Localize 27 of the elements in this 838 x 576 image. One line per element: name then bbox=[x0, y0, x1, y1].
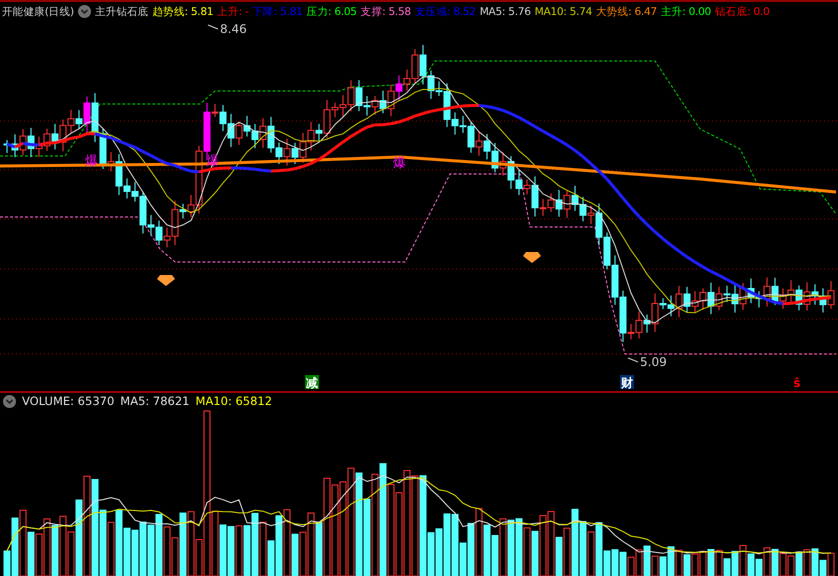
indicator-value: 大势线: 6.47 bbox=[596, 4, 657, 19]
stock-title: 开能健康(日线) bbox=[2, 4, 74, 19]
dropdown-icon[interactable] bbox=[78, 5, 91, 18]
chart-marker: 爆 bbox=[393, 156, 406, 172]
volume-ma5: MA5: 78621 bbox=[120, 394, 190, 408]
indicator-value: 钻石底: 0.0 bbox=[715, 4, 770, 19]
indicator-value: 主升: 0.00 bbox=[660, 4, 711, 19]
diamond-icon bbox=[157, 275, 175, 286]
indicator-value: 支撑: 5.58 bbox=[360, 4, 411, 19]
chart-marker: 爆 bbox=[206, 154, 219, 170]
indicator-value: 下降: 5.81 bbox=[252, 4, 303, 19]
signal-marker: 减 bbox=[305, 375, 319, 390]
signal-marker: ŝ bbox=[793, 376, 801, 390]
indicator-name: 主升钻石底 bbox=[94, 4, 148, 19]
indicator-value: MA10: 5.74 bbox=[534, 6, 592, 18]
indicator-value: 趋势线: 5.81 bbox=[152, 4, 214, 19]
price-label: 5.09 bbox=[628, 355, 667, 370]
diamond-icon bbox=[523, 252, 541, 264]
indicator-value: MA5: 5.76 bbox=[480, 6, 531, 18]
price-label: 8.46 bbox=[208, 22, 247, 36]
volume-value: VOLUME: 65370 bbox=[22, 394, 114, 408]
indicator-value: 支压域: 8.52 bbox=[414, 4, 476, 19]
signal-marker: 财 bbox=[620, 375, 634, 390]
indicator-value: 上升: - bbox=[217, 4, 248, 19]
volume-ma10: MA10: 65812 bbox=[196, 394, 272, 408]
indicator-value: 压力: 6.05 bbox=[306, 4, 357, 19]
dropdown-icon[interactable] bbox=[3, 394, 16, 408]
